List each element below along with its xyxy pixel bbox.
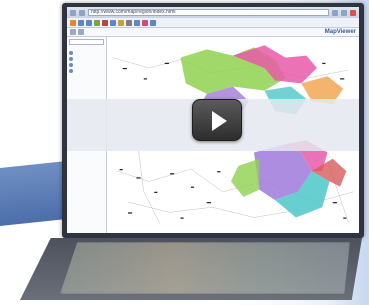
bullet-icon [69, 69, 73, 73]
bullet-icon [69, 63, 73, 67]
tool-prev-icon[interactable] [70, 29, 76, 35]
secondary-toolbar: MapViewer [67, 28, 359, 37]
tool-layers-icon[interactable] [118, 19, 124, 26]
minimize-icon[interactable] [332, 9, 338, 16]
tool-print-icon[interactable] [126, 19, 132, 26]
sidebar-item[interactable] [69, 69, 104, 73]
layer-select[interactable] [69, 39, 104, 45]
bullet-icon [69, 51, 73, 55]
sidebar-item[interactable] [69, 63, 104, 67]
tool-help-icon[interactable] [150, 19, 156, 26]
tool-zoom-out-icon[interactable] [86, 19, 92, 26]
tool-pan-icon[interactable] [94, 19, 100, 26]
sidebar-item[interactable] [69, 57, 104, 61]
address-bar[interactable]: http://www.com/map/region/index.html [88, 9, 329, 16]
back-icon[interactable] [70, 9, 76, 16]
tool-next-icon[interactable] [78, 29, 84, 35]
close-icon[interactable] [350, 9, 356, 16]
tool-info-icon[interactable] [134, 19, 140, 26]
bullet-icon [69, 57, 73, 61]
tool-zoom-in-icon[interactable] [78, 19, 84, 26]
map-toolbar [67, 18, 359, 28]
screen-reflection [60, 242, 350, 294]
tool-select-icon[interactable] [102, 19, 108, 26]
forward-icon[interactable] [79, 9, 85, 16]
maximize-icon[interactable] [341, 9, 347, 16]
play-icon[interactable] [192, 99, 242, 141]
tool-measure-icon[interactable] [110, 19, 116, 26]
sidebar-item[interactable] [69, 51, 104, 55]
tool-marker-icon[interactable] [142, 19, 148, 26]
tool-home-icon[interactable] [70, 19, 76, 26]
browser-titlebar: http://www.com/map/region/index.html [67, 7, 359, 18]
brand-logo: MapViewer [324, 29, 356, 35]
region-green-south[interactable] [230, 158, 260, 197]
